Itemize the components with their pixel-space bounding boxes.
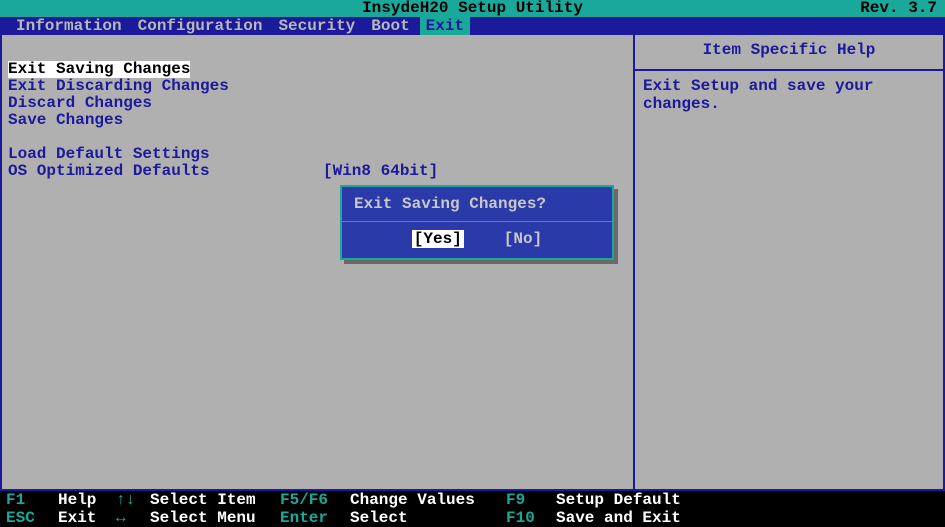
hint-help: Help (58, 491, 116, 509)
hint-setup-default: Setup Default (556, 491, 681, 509)
tab-exit[interactable]: Exit (420, 17, 470, 35)
key-f5f6: F5/F6 (280, 491, 350, 509)
menu-bar: Information Configuration Security Boot … (0, 17, 945, 35)
tab-security[interactable]: Security (272, 17, 361, 35)
os-optimized-defaults-value: [Win8 64bit] (323, 163, 438, 180)
arrows-updown-icon: ↑↓ (116, 491, 150, 509)
hint-exit: Exit (58, 509, 116, 527)
menu-os-optimized-defaults[interactable]: OS Optimized Defaults [Win8 64bit] (8, 163, 627, 180)
confirm-dialog: Exit Saving Changes? [Yes] [No] (340, 185, 614, 260)
tab-boot[interactable]: Boot (365, 17, 415, 35)
hint-select: Select (350, 509, 506, 527)
menu-load-default-settings[interactable]: Load Default Settings (8, 146, 627, 163)
app-title: InsydeH20 Setup Utility (0, 0, 945, 17)
key-f9: F9 (506, 491, 556, 509)
tab-information[interactable]: Information (10, 17, 128, 35)
exit-menu-list: Exit Saving Changes Exit Discarding Chan… (8, 60, 627, 180)
dialog-yes-button[interactable]: [Yes] (412, 230, 464, 248)
main-area: Exit Saving Changes Exit Discarding Chan… (0, 35, 945, 491)
help-title: Item Specific Help (635, 35, 943, 71)
dialog-buttons: [Yes] [No] (342, 222, 612, 258)
hint-select-menu: Select Menu (150, 509, 280, 527)
hint-select-item: Select Item (150, 491, 280, 509)
title-bar: InsydeH20 Setup Utility Rev. 3.7 (0, 0, 945, 17)
key-esc: ESC (6, 509, 58, 527)
menu-save-changes[interactable]: Save Changes (8, 112, 627, 129)
help-body: Exit Setup and save your changes. (635, 71, 943, 119)
menu-exit-discarding-changes[interactable]: Exit Discarding Changes (8, 78, 627, 95)
revision-label: Rev. 3.7 (860, 0, 937, 17)
footer-hints: F1 Help ↑↓ Select Item F5/F6 Change Valu… (0, 491, 945, 527)
hint-change-values: Change Values (350, 491, 506, 509)
content-panel: Exit Saving Changes Exit Discarding Chan… (0, 35, 635, 491)
dialog-no-button[interactable]: [No] (504, 230, 542, 248)
help-panel: Item Specific Help Exit Setup and save y… (635, 35, 945, 491)
footer-row-2: ESC Exit ↔ Select Menu Enter Select F10 … (6, 509, 939, 527)
menu-discard-changes[interactable]: Discard Changes (8, 95, 627, 112)
hint-save-and-exit: Save and Exit (556, 509, 681, 527)
dialog-title: Exit Saving Changes? (342, 187, 612, 222)
key-enter: Enter (280, 509, 350, 527)
key-f10: F10 (506, 509, 556, 527)
footer-row-1: F1 Help ↑↓ Select Item F5/F6 Change Valu… (6, 491, 939, 509)
menu-exit-saving-changes[interactable]: Exit Saving Changes (8, 61, 190, 78)
arrows-leftright-icon: ↔ (116, 509, 150, 527)
key-f1: F1 (6, 491, 58, 509)
tab-configuration[interactable]: Configuration (132, 17, 269, 35)
